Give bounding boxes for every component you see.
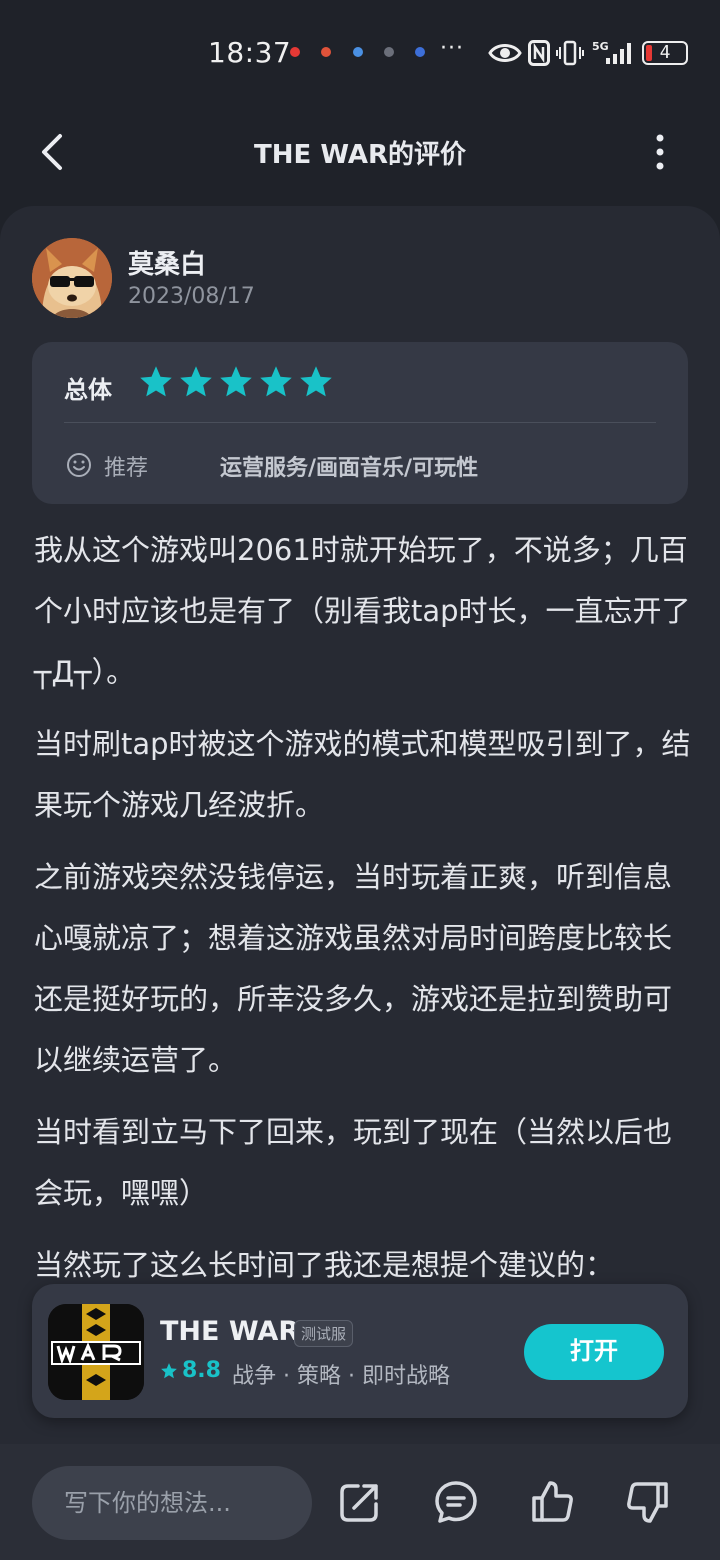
status-time: 18:37 [208,36,292,69]
bottom-bar [0,1444,720,1560]
app-tags: 战争 · 策略 · 即时战略 [232,1364,450,1389]
comment-input[interactable] [32,1466,312,1540]
star-icon [140,366,172,397]
review-body: 我从这个游戏叫2061时就开始玩了，不说多；几百个小时应该也是有了（别看我tap… [34,520,694,1307]
more-options-icon[interactable] [640,132,680,172]
rating-box: 总体 推荐 运营服务/画面音乐/可玩性 [32,342,688,504]
smile-icon [67,453,91,477]
like-icon[interactable] [528,1478,576,1526]
rating-tags: 运营服务/画面音乐/可玩性 [220,456,479,481]
recommend-label: 推荐 [104,456,149,481]
dislike-icon[interactable] [624,1478,672,1526]
user-name[interactable]: 莫桑白 [128,244,206,281]
overall-label: 总体 [64,376,112,404]
signal-icon [606,43,631,64]
star-icon [260,366,292,397]
page-title: THE WAR的评价 [254,140,466,170]
post-date: 2023/08/17 [128,284,255,309]
open-button[interactable]: 打开 [524,1324,664,1380]
battery-icon: 4 [642,41,688,65]
star-rating [138,364,334,400]
review-paragraph: 我从这个游戏叫2061时就开始玩了，不说多；几百个小时应该也是有了（别看我tap… [34,533,691,689]
test-server-badge: 测试服 [294,1320,354,1347]
avatar[interactable] [32,238,112,318]
share-icon[interactable] [336,1478,384,1526]
battery-level: 4 [659,42,671,63]
app-banner[interactable]: THE WAR 测试服 8.8 战争 · 策略 · 即时战略 打开 [32,1284,688,1418]
notification-icon [384,47,394,57]
eye-icon [488,44,522,62]
divider [64,422,656,423]
notification-icon [353,47,363,57]
app-score: 8.8 [182,1358,221,1383]
status-bar: 18:37 ··· 5G 4 [0,0,720,100]
comment-icon[interactable] [432,1478,480,1526]
star-icon [161,1363,177,1379]
review-paragraph: 当时看到立马下了回来，玩到了现在（当然以后也会玩，嘿嘿） [34,1115,673,1210]
notification-icon [290,47,300,57]
notification-icon [321,47,331,57]
notification-icon [415,47,425,57]
app-icon[interactable] [48,1304,144,1400]
nfc-icon [528,40,550,66]
review-paragraph: 当时刷tap时被这个游戏的模式和模型吸引到了，结果玩个游戏几经波折。 [34,727,691,822]
more-notifications-icon: ··· [440,36,464,61]
star-icon [220,366,252,397]
star-icon [300,366,332,397]
vibrate-icon [556,40,584,66]
review-paragraph: 之前游戏突然没钱停运，当时玩着正爽，听到信息心嘎就凉了；想着这游戏虽然对局时间跨… [34,860,673,1077]
header: THE WAR的评价 [0,110,720,194]
star-icon [180,366,212,397]
app-name: THE WAR [160,1316,300,1347]
